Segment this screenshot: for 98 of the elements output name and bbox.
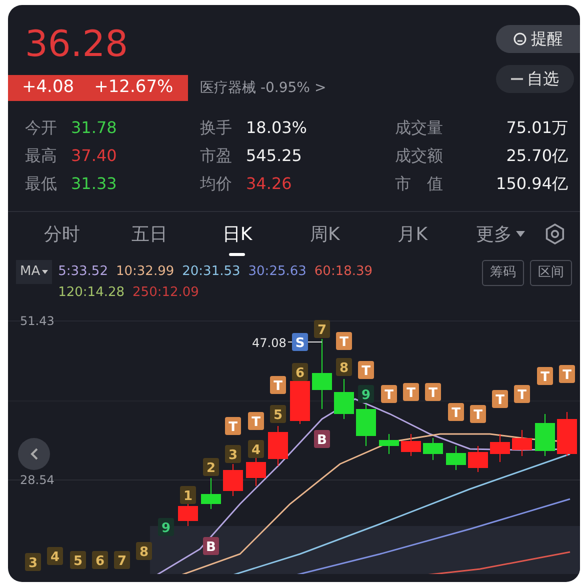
stat-label: 均价 bbox=[200, 173, 232, 195]
stat-label: 市 值 bbox=[395, 173, 443, 195]
scroll-left-button[interactable] bbox=[18, 438, 50, 470]
settings-icon[interactable] bbox=[544, 223, 566, 245]
candle bbox=[557, 412, 577, 456]
stat-label: 今开 bbox=[25, 117, 57, 139]
t-marker: T bbox=[514, 385, 530, 403]
t-marker: T bbox=[425, 383, 441, 401]
count-marker: 9 bbox=[158, 518, 174, 536]
ma-value: 5:33.52 bbox=[58, 263, 108, 281]
stat-label: 最高 bbox=[25, 145, 57, 167]
candle bbox=[490, 434, 510, 462]
candle bbox=[512, 430, 532, 456]
buy-marker: B bbox=[203, 537, 219, 555]
ma-value: 20:31.53 bbox=[182, 263, 240, 281]
stat-value: 31.33 bbox=[71, 173, 117, 195]
t-marker: T bbox=[381, 385, 397, 403]
stat-label: 成交额 bbox=[395, 145, 443, 167]
t-marker: T bbox=[470, 405, 486, 423]
stat-value: 75.01万 bbox=[506, 117, 568, 139]
count-marker: 5 bbox=[70, 551, 86, 569]
stat-label: 换手 bbox=[200, 117, 232, 139]
tab-underline bbox=[229, 253, 246, 256]
period-tab[interactable]: 分时 bbox=[18, 212, 106, 256]
candle bbox=[268, 426, 288, 466]
period-tab[interactable]: 月K bbox=[368, 212, 456, 256]
candle bbox=[401, 434, 421, 456]
stock-price: 36.28 bbox=[25, 25, 130, 65]
stat-value: 25.70亿 bbox=[506, 145, 568, 167]
sector-link[interactable]: 医疗器械 -0.95% > bbox=[200, 78, 326, 98]
t-marker: T bbox=[336, 332, 352, 350]
buy-marker: B bbox=[314, 430, 330, 448]
candle bbox=[535, 414, 555, 456]
count-marker: 4 bbox=[248, 440, 264, 458]
count-marker: 6 bbox=[292, 363, 308, 381]
t-marker: T bbox=[358, 361, 374, 379]
price-axis-label: 28.54 bbox=[20, 473, 54, 487]
candle bbox=[334, 378, 354, 420]
period-tab[interactable]: 日K bbox=[193, 212, 282, 256]
period-tab[interactable]: 更多 bbox=[456, 212, 544, 256]
count-marker: 7 bbox=[314, 320, 330, 338]
count-marker: 8 bbox=[136, 542, 152, 560]
count-marker: 3 bbox=[25, 553, 41, 571]
count-marker: 7 bbox=[114, 551, 130, 569]
candle bbox=[312, 338, 332, 410]
caret-icon bbox=[42, 270, 48, 274]
stat-value: 34.26 bbox=[246, 173, 292, 195]
stat-value: 37.40 bbox=[71, 145, 117, 167]
ma-value: 250:12.09 bbox=[132, 284, 199, 302]
stat-value: 31.78 bbox=[71, 117, 117, 139]
stat-value: 18.03% bbox=[246, 117, 308, 139]
t-marker: T bbox=[248, 412, 264, 430]
t-marker: T bbox=[559, 365, 575, 383]
ma-value: 60:18.39 bbox=[314, 263, 373, 281]
candle bbox=[446, 446, 466, 470]
t-marker: T bbox=[448, 403, 464, 421]
alert-button[interactable]: 提醒 bbox=[496, 25, 580, 53]
candle bbox=[290, 378, 310, 424]
price-change: +4.08 bbox=[22, 76, 74, 100]
t-marker: T bbox=[270, 376, 286, 394]
candle bbox=[201, 478, 221, 510]
chevron-left-icon bbox=[30, 448, 38, 460]
ma-selector[interactable]: MA bbox=[16, 260, 52, 284]
candle bbox=[468, 446, 488, 472]
price-axis-label: 51.43 bbox=[20, 314, 54, 328]
chart-option-button[interactable]: 区间 bbox=[530, 260, 572, 286]
period-tab[interactable]: 五日 bbox=[106, 212, 194, 256]
ma-value: 120:14.28 bbox=[58, 284, 125, 302]
chart-option-button[interactable]: 筹码 bbox=[482, 260, 524, 286]
sell-marker: S bbox=[292, 333, 308, 351]
price-change-percent: +12.67% bbox=[94, 76, 174, 100]
candle bbox=[356, 404, 376, 446]
count-marker: 9 bbox=[358, 385, 374, 403]
stat-value: 150.94亿 bbox=[496, 173, 568, 195]
minus-icon bbox=[511, 78, 523, 80]
period-tab[interactable]: 周K bbox=[281, 212, 369, 256]
stat-label: 成交量 bbox=[395, 117, 443, 139]
candle bbox=[246, 456, 266, 486]
stat-label: 最低 bbox=[25, 173, 57, 195]
count-marker: 1 bbox=[180, 486, 196, 504]
count-marker: 2 bbox=[203, 458, 219, 476]
candle bbox=[379, 434, 399, 454]
t-marker: T bbox=[225, 417, 241, 435]
ma-value: 30:25.63 bbox=[248, 263, 306, 281]
count-marker: 3 bbox=[225, 445, 241, 463]
count-marker: 5 bbox=[270, 405, 286, 423]
stat-value: 545.25 bbox=[246, 145, 302, 167]
watchlist-button[interactable]: 自选 bbox=[496, 65, 574, 93]
count-marker: 8 bbox=[336, 358, 352, 376]
t-marker: T bbox=[403, 383, 419, 401]
stat-label: 市盈 bbox=[200, 145, 232, 167]
candle bbox=[423, 438, 443, 460]
t-marker: T bbox=[537, 367, 553, 385]
count-marker: 6 bbox=[92, 551, 108, 569]
count-marker: 4 bbox=[47, 547, 63, 565]
ma-value: 10:32.99 bbox=[116, 263, 174, 281]
t-marker: T bbox=[492, 390, 508, 408]
candle bbox=[223, 464, 243, 496]
